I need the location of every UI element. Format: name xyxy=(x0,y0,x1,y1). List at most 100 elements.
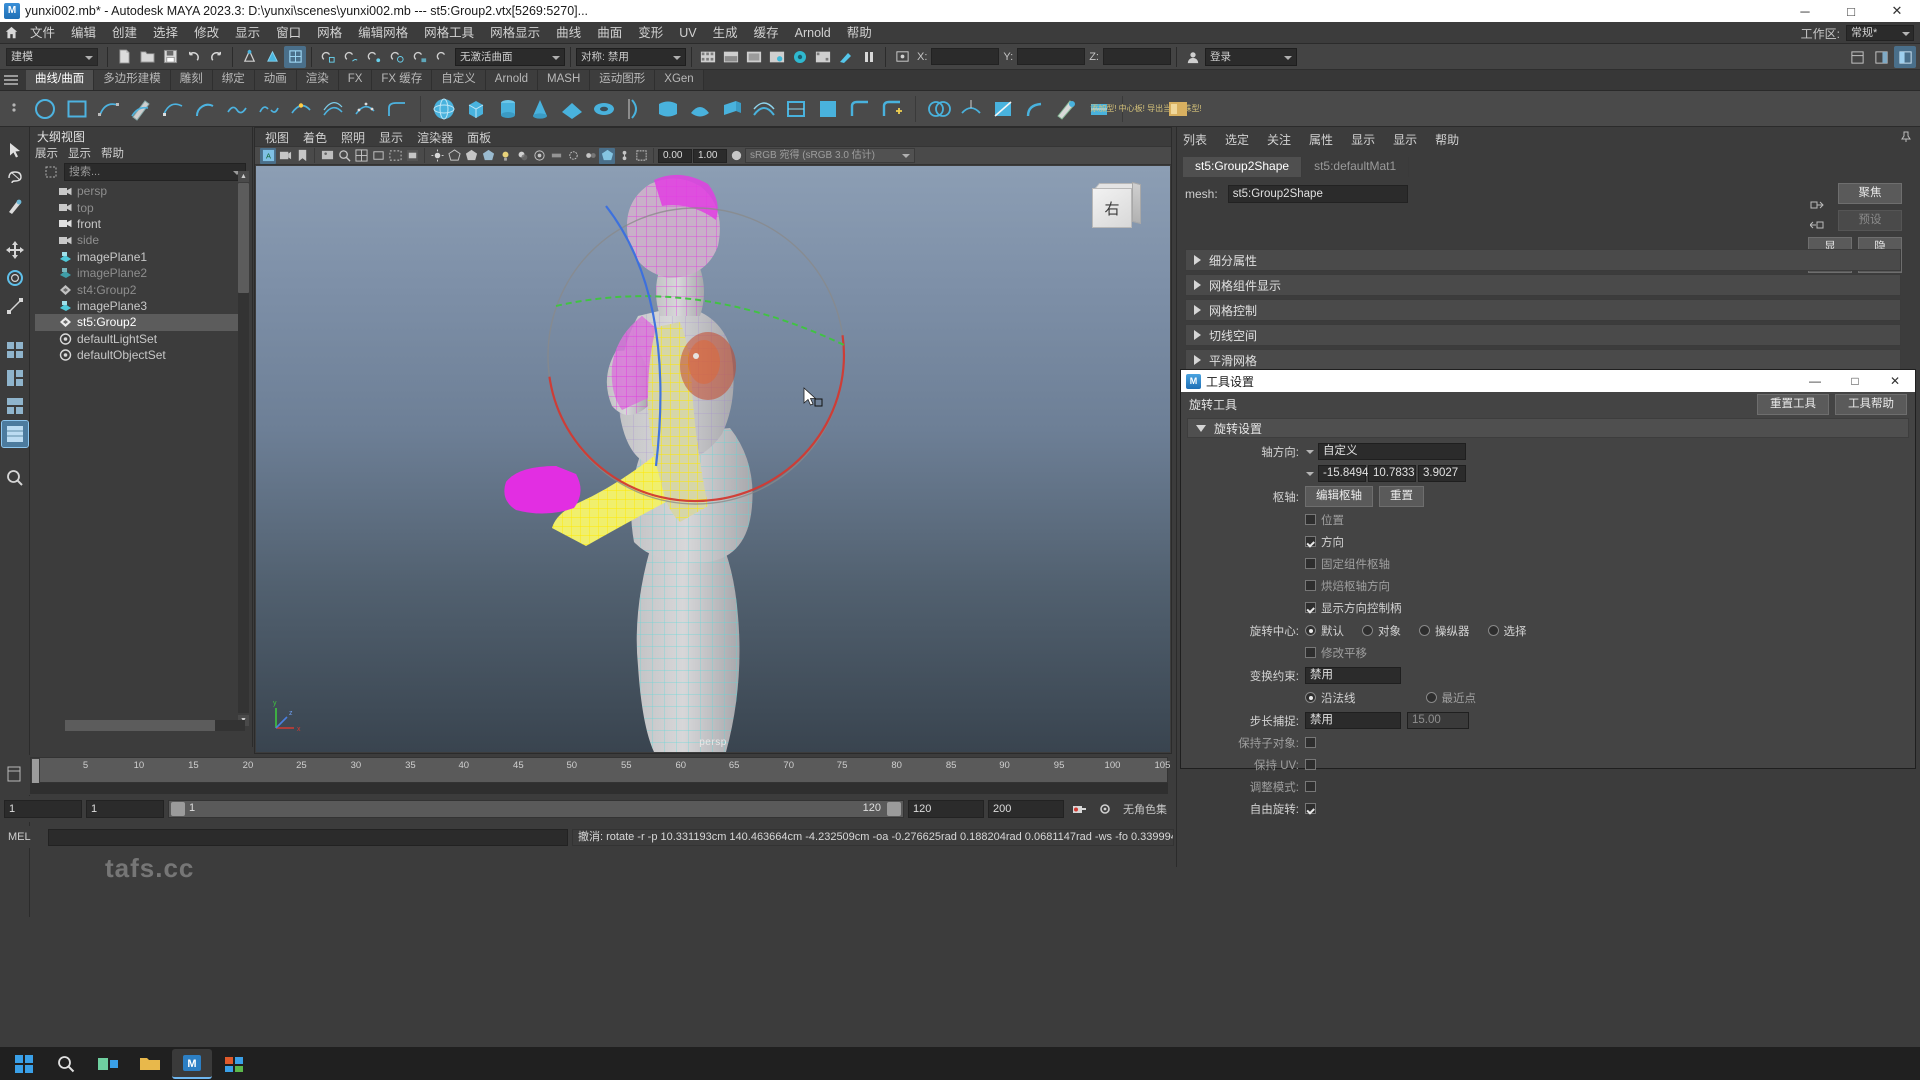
ae-tab-shape[interactable]: st5:Group2Shape xyxy=(1183,157,1303,177)
layout-single-persp-icon[interactable] xyxy=(0,420,29,448)
outliner-menu-display[interactable]: 显示 xyxy=(68,145,91,161)
shelf-tab-xgen[interactable]: XGen xyxy=(655,70,704,90)
view-cube-side-face[interactable] xyxy=(1132,181,1141,225)
boundary-icon[interactable] xyxy=(781,94,811,124)
shelf-extra-icon[interactable] xyxy=(1163,94,1193,124)
menu-help[interactable]: 帮助 xyxy=(839,22,880,44)
two-d-pan-zoom-icon[interactable] xyxy=(336,148,352,164)
gate-mask-icon[interactable] xyxy=(404,148,420,164)
hypershade-icon[interactable] xyxy=(789,46,811,68)
pin-icon[interactable] xyxy=(1900,131,1912,143)
cv-curve-tool-icon[interactable] xyxy=(94,94,124,124)
undo-icon[interactable] xyxy=(182,46,204,68)
close-button[interactable]: ✕ xyxy=(1874,0,1920,22)
trim-tool-icon[interactable] xyxy=(988,94,1018,124)
shelf-tab-rigging[interactable]: 绑定 xyxy=(212,70,255,90)
nurbs-cone-icon[interactable] xyxy=(525,94,555,124)
radio-object[interactable] xyxy=(1362,625,1373,636)
snap-to-view-plane-icon[interactable] xyxy=(409,46,431,68)
tool-settings-maximize-button[interactable]: □ xyxy=(1835,370,1875,392)
ae-section-mesh-controls[interactable]: 网格控制 xyxy=(1185,299,1901,321)
shelf-tab-curves-surfaces[interactable]: 曲线/曲面 xyxy=(26,70,95,90)
pivot-orientation-checkbox[interactable] xyxy=(1305,536,1316,547)
no-live-surface-field[interactable]: 无激活曲面 xyxy=(455,47,565,66)
keep-child-checkbox[interactable] xyxy=(1305,737,1316,748)
search-icon[interactable] xyxy=(2,465,28,491)
toggle-uv-editor-icon[interactable] xyxy=(835,46,857,68)
home-icon[interactable] xyxy=(0,22,22,44)
shelf-tab-motion-graphics[interactable]: 运动图形 xyxy=(590,70,656,90)
select-camera-icon[interactable]: A xyxy=(260,147,276,164)
planar-icon[interactable] xyxy=(685,94,715,124)
exposure-value-input[interactable]: 0.00 xyxy=(658,148,692,163)
nurbs-torus-icon[interactable] xyxy=(589,94,619,124)
adjust-mode-checkbox[interactable] xyxy=(1305,781,1316,792)
show-attribute-editor-icon[interactable] xyxy=(1870,46,1892,68)
viewport-menu-renderer[interactable]: 渲染器 xyxy=(417,129,453,146)
animation-preferences-icon[interactable] xyxy=(1094,798,1116,820)
radio-manipulator[interactable] xyxy=(1419,625,1430,636)
shaded-icon[interactable] xyxy=(463,148,479,164)
shelf-drag-handle-icon[interactable] xyxy=(4,75,18,86)
workspace-dropdown[interactable]: 常规* xyxy=(1846,25,1914,41)
insert-knot-icon[interactable] xyxy=(286,94,316,124)
shelf-tab-arnold[interactable]: Arnold xyxy=(485,70,539,90)
view-cube-front-face[interactable]: 右 xyxy=(1092,188,1132,228)
ae-tab-material[interactable]: st5:defaultMat1 xyxy=(1302,157,1410,177)
edit-pivot-button[interactable]: 编辑枢轴 xyxy=(1305,486,1373,507)
motion-blur-icon[interactable] xyxy=(548,148,564,164)
layout-persp-graph-icon[interactable] xyxy=(2,393,28,419)
menu-window[interactable]: 窗口 xyxy=(268,22,309,44)
ae-menu-help[interactable]: 帮助 xyxy=(1435,131,1459,148)
rotate-center-option-default[interactable]: 默认 xyxy=(1305,623,1344,639)
paint-select-tool-icon[interactable] xyxy=(2,193,28,219)
bake-pivot-orientation-checkbox[interactable] xyxy=(1305,580,1316,591)
ae-menu-display[interactable]: 显示 xyxy=(1393,131,1417,148)
pencil-curve-tool-icon[interactable] xyxy=(126,94,156,124)
account-icon[interactable] xyxy=(1182,46,1204,68)
range-right-grip[interactable] xyxy=(887,802,901,816)
view-cube[interactable]: 右 xyxy=(1090,180,1142,228)
shelf-tab-mash[interactable]: MASH xyxy=(538,70,591,90)
coord-x-input[interactable] xyxy=(931,48,1000,65)
menu-uv[interactable]: UV xyxy=(671,22,704,44)
bevel-plus-icon[interactable] xyxy=(877,94,907,124)
axis-values-dropdown-arrow-icon[interactable] xyxy=(1305,467,1315,481)
resolution-gate-icon[interactable] xyxy=(387,148,403,164)
outliner-item-imageplane1[interactable]: imagePlane1 xyxy=(35,249,249,265)
radio-default[interactable] xyxy=(1305,625,1316,636)
reset-pivot-button[interactable]: 重置 xyxy=(1379,486,1424,507)
viewport-menu-show[interactable]: 显示 xyxy=(379,129,403,146)
open-scene-icon[interactable] xyxy=(136,46,158,68)
ae-menu-focus[interactable]: 关注 xyxy=(1267,131,1291,148)
time-slider-playhead[interactable] xyxy=(31,758,40,784)
render-view-icon[interactable] xyxy=(766,46,788,68)
animation-end-input[interactable]: 200 xyxy=(988,800,1064,818)
viewport-menu-view[interactable]: 视图 xyxy=(265,129,289,146)
square-surface-icon[interactable] xyxy=(813,94,843,124)
menu-generate[interactable]: 生成 xyxy=(705,22,746,44)
menu-mesh-tools[interactable]: 网格工具 xyxy=(416,22,482,44)
select-by-object-icon[interactable] xyxy=(261,46,283,68)
menu-create[interactable]: 创建 xyxy=(104,22,145,44)
loft-icon[interactable] xyxy=(653,94,683,124)
outliner-vertical-scrollbar[interactable] xyxy=(238,183,249,713)
outliner-filter-icon[interactable] xyxy=(43,163,59,181)
outliner-scroll-up-button[interactable]: ▲ xyxy=(238,171,249,182)
ae-menu-list[interactable]: 列表 xyxy=(1183,131,1207,148)
scale-tool-icon[interactable] xyxy=(2,293,28,319)
xray-joints-icon[interactable] xyxy=(616,148,632,164)
axis-z-input[interactable]: 3.9027 xyxy=(1418,465,1466,482)
film-gate-icon[interactable] xyxy=(370,148,386,164)
step-snap-value[interactable]: 禁用 xyxy=(1305,712,1401,729)
shadows-icon[interactable] xyxy=(514,148,530,164)
shelf-tab-sculpting[interactable]: 雕刻 xyxy=(170,70,213,90)
nurbs-circle-icon[interactable] xyxy=(30,94,60,124)
make-live-icon[interactable] xyxy=(432,46,454,68)
time-slider-menu-icon[interactable] xyxy=(4,763,24,785)
layout-four-view-icon[interactable] xyxy=(2,337,28,363)
menu-modify[interactable]: 修改 xyxy=(186,22,227,44)
shelf-options-icon[interactable] xyxy=(6,99,22,117)
show-tool-settings-icon[interactable] xyxy=(1894,46,1916,68)
show-orientation-handle-checkbox[interactable] xyxy=(1305,602,1316,613)
